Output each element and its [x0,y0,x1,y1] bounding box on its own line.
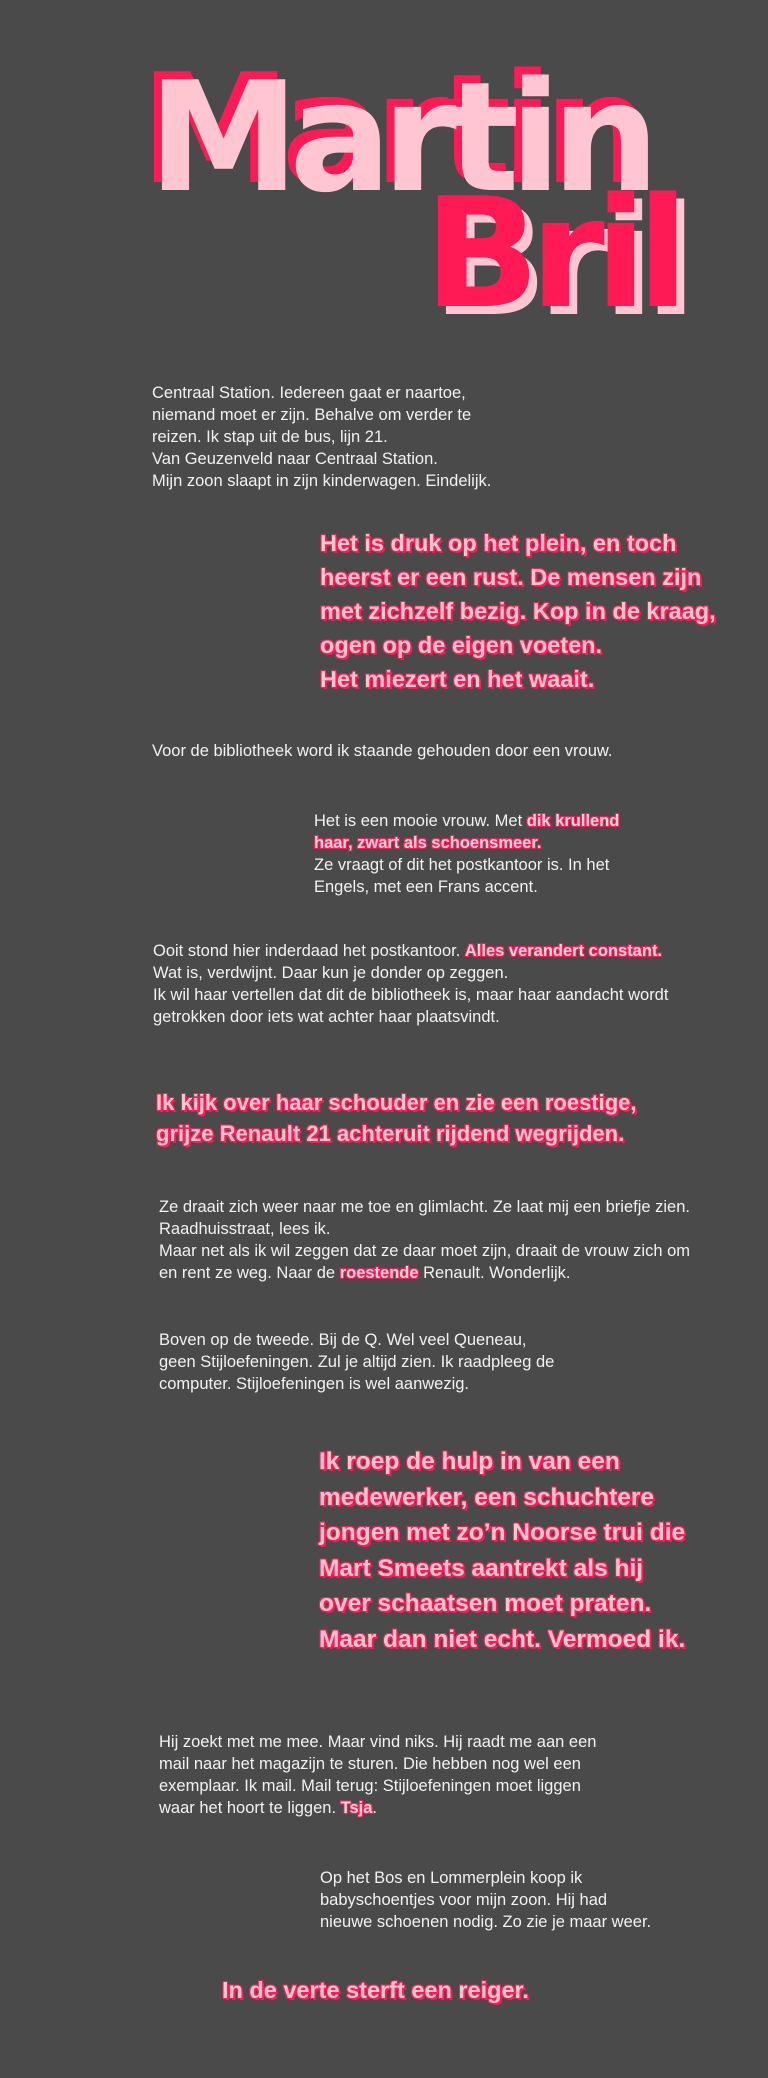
text-line: exemplaar. Ik mail. Mail terug: Stijloef… [159,1777,581,1795]
text-line: Hij zoekt met me mee. Maar vind niks. Hi… [159,1733,597,1751]
quote-line: Het is druk op het plein, en toch [320,530,677,556]
text-line: Van Geuzenveld naar Centraal Station. [152,450,438,468]
paragraph-postkantoor: Ooit stond hier inderdaad het postkantoo… [153,940,668,1028]
text-run: Het is een mooie vrouw. Met [314,812,527,830]
text-line: Ze draait zich weer naar me toe en gliml… [159,1198,690,1216]
pullquote-renault: Ik kijk over haar schouder en zie een ro… [156,1087,637,1149]
text-run: . [372,1799,378,1817]
quote-line: heerst er een rust. De mensen zijn [320,564,702,590]
quote-line: Maar dan niet echt. Vermoed ik. [319,1625,686,1653]
text-run: waar het hoort te liggen. [159,1799,341,1817]
highlight-text: haar, zwart als schoensmeer. [314,834,542,852]
text-line: Ik wil haar vertellen dat dit de bibliot… [153,986,669,1004]
text-line: mail naar het magazijn te sturen. Die he… [159,1755,581,1773]
paragraph-babyschoentjes: Op het Bos en Lommerplein koop ik babysc… [320,1867,651,1933]
closing-line-reiger: In de verte sterft een reiger. [222,1973,529,2007]
text-line: Ze vraagt of dit het postkantoor is. In … [314,856,610,874]
text-line: computer. Stijloefeningen is wel aanwezi… [159,1375,470,1393]
text-line: Mijn zoon slaapt in zijn kinderwagen. Ei… [152,472,492,490]
quote-line: In de verte sterft een reiger. [222,1977,529,2003]
pullquote-plein: Het is druk op het plein, en toch heerst… [320,526,716,696]
text-line: Het is een mooie vrouw. Met dik krullend [314,810,619,832]
quote-line: over schaatsen moet praten. [319,1590,652,1617]
text-line: getrokken door iets wat achter haar plaa… [153,1008,500,1026]
paragraph-mooie-vrouw: Het is een mooie vrouw. Met dik krullend… [314,810,619,898]
quote-line: Ik roep de hulp in van een [319,1448,620,1475]
paragraph-queneau: Boven op de tweede. Bij de Q. Wel veel Q… [159,1329,554,1395]
quote-line: Ik kijk over haar schouder en zie een ro… [156,1090,637,1115]
pullquote-medewerker: Ik roep de hulp in van een medewerker, e… [319,1444,685,1657]
text-run: Ooit stond hier inderdaad het postkantoo… [153,942,465,960]
quote-line: medewerker, een schuchtere [319,1483,655,1511]
text-line: geen Stijloefeningen. Zul je altijd zien… [159,1353,555,1371]
text-line: Engels, met een Frans accent. [314,878,538,896]
highlight-text: Tsja [340,1799,373,1817]
text-line: babyschoentjes voor mijn zoon. Hij had [320,1891,608,1909]
text-line: Voor de bibliotheek word ik staande geho… [152,742,613,760]
text-line: nieuwe schoenen nodig. Zo zie je maar we… [320,1913,652,1931]
text-run: Renault. Wonderlijk. [418,1264,571,1282]
highlight-text: roestende [339,1264,419,1282]
text-line: reizen. Ik stap uit de bus, lijn 21. [152,428,388,446]
highlight-text: Alles verandert constant. [464,942,663,960]
text-line: Op het Bos en Lommerplein koop ik [320,1869,583,1887]
text-line: niemand moet er zijn. Behalve om verder … [152,406,472,424]
text-line: waar het hoort te liggen. Tsja. [159,1797,596,1819]
quote-line: ogen op de eigen voeten. [320,632,603,658]
quote-line: Mart Smeets aantrekt als hij [319,1554,644,1582]
quote-line: jongen met zo’n Noorse trui die [319,1519,686,1546]
paragraph-magazijn: Hij zoekt met me mee. Maar vind niks. Hi… [159,1731,596,1819]
text-run: en rent ze weg. Naar de [159,1264,340,1282]
text-line: en rent ze weg. Naar de roestende Renaul… [159,1262,690,1284]
quote-line: Het miezert en het waait. [320,666,595,692]
paragraph-bibliotheek: Voor de bibliotheek word ik staande geho… [152,740,613,762]
paragraph-briefje: Ze draait zich weer naar me toe en gliml… [159,1196,690,1284]
text-line: Maar net als ik wil zeggen dat ze daar m… [159,1242,690,1260]
text-line: Ooit stond hier inderdaad het postkantoo… [153,940,668,962]
text-line: Boven op de tweede. Bij de Q. Wel veel Q… [159,1331,527,1349]
quote-line: grijze Renault 21 achteruit rijdend wegr… [156,1121,625,1146]
highlight-text: dik krullend [526,812,620,830]
text-line: Wat is, verdwijnt. Daar kun je donder op… [153,964,509,982]
text-line: Centraal Station. Iedereen gaat er naart… [152,384,466,402]
title-last-name: Bril [424,165,689,342]
quote-line: met zichzelf bezig. Kop in de kraag, [320,598,716,624]
paragraph-centraal-station: Centraal Station. Iedereen gaat er naart… [152,382,491,492]
text-line: Raadhuisstraat, lees ik. [159,1220,331,1238]
